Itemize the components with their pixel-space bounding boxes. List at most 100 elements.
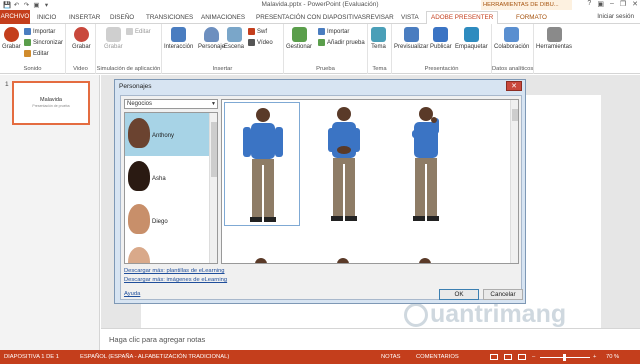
import-quiz-label: Importar <box>327 28 350 35</box>
package-label: Empaquetar <box>455 44 488 50</box>
help-link[interactable]: Ayuda <box>124 291 140 297</box>
tab-diseno[interactable]: DISEÑO <box>110 12 134 24</box>
language-indicator[interactable]: ESPAÑOL (ESPAÑA - ALFABETIZACIÓN TRADICI… <box>80 354 229 360</box>
zoom-slider-handle[interactable] <box>563 354 566 361</box>
category-dropdown[interactable]: Negocios ▼ <box>124 99 218 109</box>
notes-toggle[interactable]: NOTAS <box>381 354 401 360</box>
pose-item-1[interactable] <box>224 102 300 226</box>
group-label-simulacion: Simulación de aplicación <box>96 66 161 72</box>
package-button[interactable]: Empaquetar <box>455 27 488 50</box>
tab-presentacion[interactable]: PRESENTACIÓN CON DIAPOSITIVAS <box>256 12 366 24</box>
standing-pose-image <box>243 108 283 222</box>
minimize-button[interactable]: – <box>610 0 614 8</box>
asha-avatar <box>128 161 150 191</box>
character-item-anthony[interactable]: Anthony <box>125 113 209 156</box>
pose-gallery <box>221 99 519 264</box>
dialog-close-button[interactable]: ✕ <box>506 81 522 91</box>
tab-transiciones[interactable]: TRANSICIONES <box>146 12 193 24</box>
slide-thumbnail-pane: 1 Malavida Presentación de prueba <box>0 75 100 350</box>
collaboration-label: Colaboración <box>494 44 530 50</box>
record-audio-button[interactable]: Grabar <box>2 27 21 50</box>
insert-swf-button[interactable]: Swf <box>248 27 267 36</box>
scene-button[interactable]: Escena <box>224 27 244 50</box>
tab-insertar[interactable]: INSERTAR <box>69 12 100 24</box>
tab-animaciones[interactable]: ANIMACIONES <box>201 12 245 24</box>
edit-simulation-button[interactable]: Editar <box>126 27 151 36</box>
tools-button[interactable]: Herramientas <box>536 27 572 50</box>
character-list: Anthony Asha Diego <box>124 112 218 264</box>
publish-label: Publicar <box>430 44 452 50</box>
import-quiz-button[interactable]: Importar <box>318 27 349 36</box>
ok-button[interactable]: OK <box>439 289 479 300</box>
sign-in-link[interactable]: Iniciar sesión <box>597 13 634 20</box>
tab-archivo[interactable]: ARCHIVO <box>0 10 30 24</box>
insert-video-button[interactable]: Vídeo <box>248 38 273 47</box>
group-label-insertar: Insertar <box>212 66 233 72</box>
group-label-presentacion: Presentación <box>424 66 459 72</box>
publish-button[interactable]: Publicar <box>430 27 452 50</box>
tab-revisar[interactable]: REVISAR <box>366 12 394 24</box>
simulation-icon <box>105 27 121 42</box>
reading-view-icon[interactable] <box>518 354 526 360</box>
notes-pane[interactable]: Haga clic para agregar notas <box>101 328 640 350</box>
record-video-button[interactable]: Grabar <box>72 27 91 50</box>
collaboration-button[interactable]: Colaboración <box>494 27 529 50</box>
slide-thumbnail-1[interactable]: Malavida Presentación de prueba <box>12 81 90 125</box>
publish-icon <box>433 27 449 42</box>
restore-button[interactable]: ❐ <box>620 0 626 8</box>
normal-view-icon[interactable] <box>490 354 498 360</box>
collaboration-icon <box>504 27 520 42</box>
watermark-logo-icon <box>404 303 428 328</box>
ribbon: Grabar Importar Sincronizar Editar Sonid… <box>0 24 640 74</box>
preview-button[interactable]: Previsualizar <box>394 27 428 50</box>
edit-audio-button[interactable]: Editar <box>24 49 49 58</box>
character-name: Anthony <box>152 133 175 139</box>
zoom-in-button[interactable]: + <box>593 354 596 360</box>
slide-sorter-icon[interactable] <box>504 354 512 360</box>
record-simulation-button[interactable]: Grabar <box>104 27 123 50</box>
tab-inicio[interactable]: INICIO <box>37 12 56 24</box>
next-row-head-1 <box>255 258 267 263</box>
character-item-next[interactable] <box>125 242 209 263</box>
import-audio-button[interactable]: Importar <box>24 27 55 36</box>
pose-gallery-scrollbar[interactable] <box>510 100 518 263</box>
import-icon <box>24 28 31 35</box>
import-audio-label: Importar <box>33 28 56 35</box>
pose-item-3[interactable] <box>388 102 464 226</box>
film-icon <box>248 39 255 46</box>
group-presentacion: Previsualizar Publicar Empaquetar Presen… <box>392 24 492 74</box>
manage-quiz-button[interactable]: Gestionar <box>286 27 312 50</box>
group-prueba: Gestionar Importar Añadir prueba Prueba <box>284 24 368 74</box>
character-button[interactable]: Personaje <box>198 27 225 50</box>
sync-audio-button[interactable]: Sincronizar <box>24 38 63 47</box>
scrollbar-thumb[interactable] <box>211 122 217 177</box>
download-images-link[interactable]: Descargar más: imágenes de eLearning <box>124 277 227 283</box>
tab-vista[interactable]: VISTA <box>401 12 419 24</box>
close-button[interactable]: ✕ <box>632 0 638 8</box>
add-quiz-button[interactable]: Añadir prueba <box>318 38 365 47</box>
manage-quiz-icon <box>291 27 307 42</box>
character-label: Personaje <box>198 44 226 50</box>
interaction-button[interactable]: Interacción <box>164 27 193 50</box>
scrollbar-thumb[interactable] <box>512 109 518 121</box>
scene-icon <box>226 27 242 42</box>
theme-button[interactable]: Tema <box>371 27 386 50</box>
group-insertar: Interacción Personaje Escena Swf Vídeo I… <box>162 24 284 74</box>
cancel-button[interactable]: Cancelar <box>483 289 523 300</box>
edit-simulation-icon <box>126 28 133 35</box>
zoom-out-button[interactable]: – <box>532 354 535 360</box>
title-bar: 💾 ↶ ↷ ▣ ▾ Malavida.pptx - PowerPoint (Ev… <box>0 0 640 10</box>
character-item-diego[interactable]: Diego <box>125 199 209 242</box>
character-list-scrollbar[interactable] <box>209 113 217 263</box>
edit-audio-label: Editar <box>33 50 49 57</box>
help-button[interactable]: ? <box>587 0 591 8</box>
thinking-pose-image <box>412 107 439 221</box>
character-item-asha[interactable]: Asha <box>125 156 209 199</box>
pose-item-2[interactable] <box>306 102 382 226</box>
download-templates-link[interactable]: Descargar más: plantillas de eLearning <box>124 268 225 274</box>
comments-toggle[interactable]: COMENTARIOS <box>416 354 459 360</box>
zoom-level[interactable]: 70 % <box>606 354 619 360</box>
tab-formato[interactable]: FORMATO <box>516 12 547 24</box>
tab-adobe-presenter[interactable]: ADOBE PRESENTER <box>426 11 499 25</box>
ribbon-display-options-button[interactable]: ▣ <box>597 0 604 8</box>
